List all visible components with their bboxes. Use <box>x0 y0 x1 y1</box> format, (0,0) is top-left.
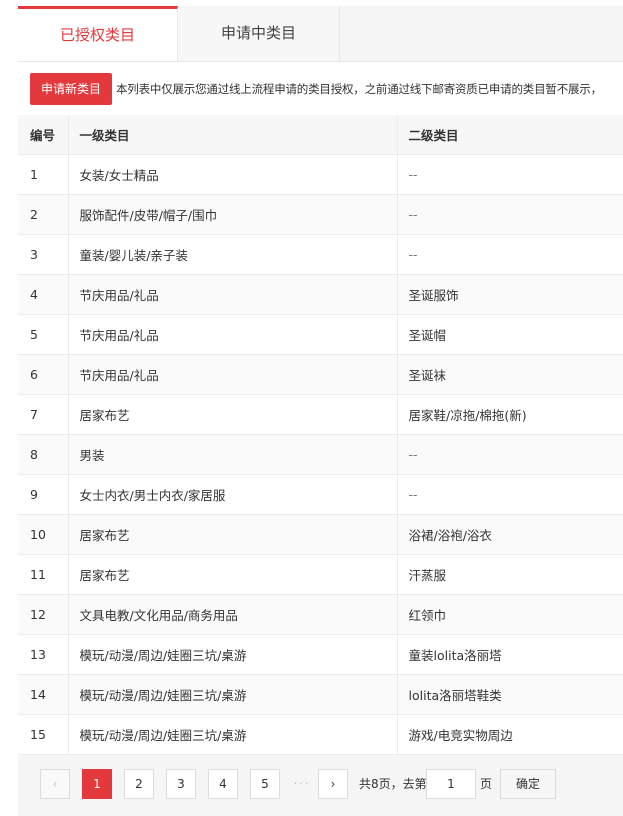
row-level1-category: 节庆用品/礼品 <box>68 314 398 355</box>
total-pages-text: 共8页，去第 <box>359 777 427 791</box>
page-button-1[interactable]: 1 <box>82 769 112 799</box>
row-level1-category: 女士内衣/男士内衣/家居服 <box>68 474 398 515</box>
row-number: 4 <box>18 274 69 315</box>
row-level1-category: 节庆用品/礼品 <box>68 274 398 315</box>
row-level1-category: 文具电教/文化用品/商务用品 <box>68 594 398 635</box>
row-level1-category: 居家布艺 <box>68 394 398 435</box>
row-level1-category: 童装/婴儿装/亲子装 <box>68 234 398 275</box>
page-button-5[interactable]: 5 <box>250 769 280 799</box>
row-number: 14 <box>18 674 69 715</box>
next-page-button[interactable]: › <box>318 769 348 799</box>
pagination-ellipsis: ··· <box>293 777 311 790</box>
apply-new-category-button[interactable]: 申请新类目 <box>30 73 112 105</box>
row-level1-category: 服饰配件/皮带/帽子/围巾 <box>68 194 398 235</box>
row-level2-category: 汗蒸服 <box>397 554 623 595</box>
table-row: 1 女装/女士精品 -- <box>18 154 623 195</box>
goto-page-input[interactable] <box>426 769 476 799</box>
row-level2-category: 圣诞帽 <box>397 314 623 355</box>
header-level1-category: 一级类目 <box>68 115 398 155</box>
table-row: 11 居家布艺 汗蒸服 <box>18 554 623 595</box>
table-row: 3 童装/婴儿装/亲子装 -- <box>18 234 623 275</box>
table-row: 12 文具电教/文化用品/商务用品 红领巾 <box>18 594 623 635</box>
row-number: 10 <box>18 514 69 555</box>
row-level2-category: 红领巾 <box>397 594 623 635</box>
row-number: 9 <box>18 474 69 515</box>
row-level2-category: 圣诞袜 <box>397 354 623 395</box>
row-level2-category: 居家鞋/凉拖/棉拖(新) <box>397 394 623 435</box>
category-table: 编号 一级类目 二级类目 1 女装/女士精品 -- 2 服饰配件/皮带/帽子/围巾 -- 3… <box>18 115 623 755</box>
notice-text: 本列表中仅展示您通过线上流程申请的类目授权，之前通过线下邮寄资质已申请的类目暂不… <box>116 82 602 96</box>
row-level2-category: -- <box>397 154 623 195</box>
row-level2-category: 游戏/电竞实物周边 <box>397 714 623 755</box>
row-level1-category: 居家布艺 <box>68 554 398 595</box>
tab-pending-categories[interactable]: 申请中类目 <box>178 6 340 61</box>
row-level1-category: 男装 <box>68 434 398 475</box>
row-level1-category: 模玩/动漫/周边/娃圈三坑/桌游 <box>68 634 398 675</box>
row-level1-category: 模玩/动漫/周边/娃圈三坑/桌游 <box>68 714 398 755</box>
row-number: 12 <box>18 594 69 635</box>
table-row: 7 居家布艺 居家鞋/凉拖/棉拖(新) <box>18 394 623 435</box>
row-level1-category: 女装/女士精品 <box>68 154 398 195</box>
row-level2-category: 童装lolita洛丽塔 <box>397 634 623 675</box>
tab-bar: 已授权类目 申请中类目 <box>18 6 623 62</box>
row-level2-category: -- <box>397 194 623 235</box>
header-level2-category: 二级类目 <box>397 115 623 155</box>
header-number: 编号 <box>18 115 69 155</box>
row-number: 7 <box>18 394 69 435</box>
table-header-row: 编号 一级类目 二级类目 <box>18 115 623 155</box>
row-level2-category: -- <box>397 434 623 475</box>
table-row: 13 模玩/动漫/周边/娃圈三坑/桌游 童装lolita洛丽塔 <box>18 634 623 675</box>
row-number: 2 <box>18 194 69 235</box>
row-level1-category: 居家布艺 <box>68 514 398 555</box>
row-number: 6 <box>18 354 69 395</box>
table-row: 9 女士内衣/男士内衣/家居服 -- <box>18 474 623 515</box>
pagination: ‹ 1 2 3 4 5 ··· › 共8页，去第 页 确定 <box>18 755 623 816</box>
page-button-2[interactable]: 2 <box>124 769 154 799</box>
table-row: 10 居家布艺 浴裙/浴袍/浴衣 <box>18 514 623 555</box>
tab-authorized-categories[interactable]: 已授权类目 <box>18 6 178 61</box>
row-number: 15 <box>18 714 69 755</box>
page-unit-text: 页 <box>480 777 493 791</box>
table-row: 5 节庆用品/礼品 圣诞帽 <box>18 314 623 355</box>
table-body: 1 女装/女士精品 -- 2 服饰配件/皮带/帽子/围巾 -- 3 童装/婴儿装/亲子装 -- 4… <box>18 154 623 755</box>
row-level1-category: 模玩/动漫/周边/娃圈三坑/桌游 <box>68 674 398 715</box>
table-row: 2 服饰配件/皮带/帽子/围巾 -- <box>18 194 623 235</box>
table-row: 4 节庆用品/礼品 圣诞服饰 <box>18 274 623 315</box>
table-row: 14 模玩/动漫/周边/娃圈三坑/桌游 lolita洛丽塔鞋类 <box>18 674 623 715</box>
table-row: 8 男装 -- <box>18 434 623 475</box>
row-level2-category: 浴裙/浴袍/浴衣 <box>397 514 623 555</box>
row-number: 5 <box>18 314 69 355</box>
row-number: 1 <box>18 154 69 195</box>
page-button-3[interactable]: 3 <box>166 769 196 799</box>
row-number: 11 <box>18 554 69 595</box>
row-level1-category: 节庆用品/礼品 <box>68 354 398 395</box>
table-row: 6 节庆用品/礼品 圣诞袜 <box>18 354 623 395</box>
row-number: 8 <box>18 434 69 475</box>
table-row: 15 模玩/动漫/周边/娃圈三坑/桌游 游戏/电竞实物周边 <box>18 714 623 755</box>
confirm-goto-button[interactable]: 确定 <box>500 769 556 799</box>
page-button-4[interactable]: 4 <box>208 769 238 799</box>
row-level2-category: -- <box>397 474 623 515</box>
row-level2-category: 圣诞服饰 <box>397 274 623 315</box>
row-level2-category: lolita洛丽塔鞋类 <box>397 674 623 715</box>
row-number: 3 <box>18 234 69 275</box>
row-number: 13 <box>18 634 69 675</box>
row-level2-category: -- <box>397 234 623 275</box>
prev-page-button[interactable]: ‹ <box>40 769 70 799</box>
category-panel: 申请新类目 本列表中仅展示您通过线上流程申请的类目授权，之前通过线下邮寄资质已申… <box>18 62 623 816</box>
